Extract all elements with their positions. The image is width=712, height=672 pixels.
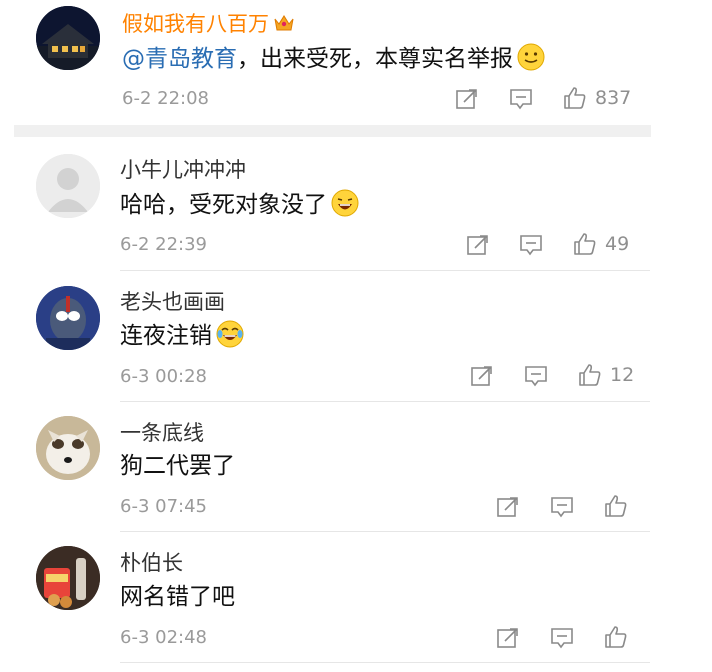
like-button[interactable] bbox=[563, 86, 587, 110]
username[interactable]: 朴伯长 bbox=[120, 551, 183, 575]
like-count: 49 bbox=[605, 233, 630, 255]
share-icon bbox=[497, 497, 518, 517]
reply-button[interactable] bbox=[550, 626, 574, 650]
username[interactable]: 一条底线 bbox=[120, 421, 204, 445]
repost-button[interactable] bbox=[470, 364, 494, 388]
repost-button[interactable] bbox=[496, 495, 520, 519]
timestamp: 6-3 07:45 bbox=[120, 496, 207, 517]
share-icon bbox=[467, 235, 488, 255]
thumbs-up-icon bbox=[605, 626, 627, 648]
laugh-emoji bbox=[331, 189, 359, 225]
mention-link[interactable]: @青岛教育 bbox=[122, 46, 237, 72]
divider bbox=[120, 270, 650, 271]
username[interactable]: 老头也画画 bbox=[120, 290, 225, 314]
comment-icon bbox=[551, 497, 573, 518]
thumbs-up-icon bbox=[564, 87, 586, 109]
like-button[interactable] bbox=[604, 625, 628, 649]
comment-icon bbox=[525, 366, 547, 387]
comment-icon bbox=[520, 235, 542, 256]
share-icon bbox=[497, 628, 518, 648]
thumbs-up-icon bbox=[605, 495, 627, 517]
comment-text: 连夜注销 bbox=[120, 320, 244, 356]
comment-text: 哈哈，受死对象没了 bbox=[120, 189, 359, 225]
avatar[interactable] bbox=[36, 546, 100, 610]
avatar[interactable] bbox=[36, 286, 100, 350]
tears-of-joy-emoji bbox=[216, 320, 244, 356]
comment-icon bbox=[551, 628, 573, 649]
section-divider bbox=[14, 125, 651, 137]
thumbs-up-icon bbox=[574, 233, 596, 255]
reply-button[interactable] bbox=[550, 495, 574, 519]
comment-text: 网名错了吧 bbox=[120, 584, 235, 610]
divider bbox=[120, 662, 650, 663]
repost-button[interactable] bbox=[496, 626, 520, 650]
thumbs-up-icon bbox=[579, 364, 601, 386]
divider bbox=[120, 401, 650, 402]
like-count: 12 bbox=[610, 364, 635, 386]
timestamp: 6-2 22:39 bbox=[120, 234, 207, 255]
like-count: 837 bbox=[595, 87, 632, 109]
divider bbox=[120, 531, 650, 532]
avatar[interactable] bbox=[36, 6, 100, 70]
like-button[interactable] bbox=[604, 494, 628, 518]
timestamp: 6-2 22:08 bbox=[122, 88, 209, 109]
share-icon bbox=[456, 89, 477, 109]
smile-emoji bbox=[517, 43, 545, 79]
repost-button[interactable] bbox=[466, 233, 490, 257]
comment-icon bbox=[510, 89, 532, 110]
avatar[interactable] bbox=[36, 416, 100, 480]
timestamp: 6-3 00:28 bbox=[120, 366, 207, 387]
comment-text: @青岛教育，出来受死，本尊实名举报 bbox=[122, 43, 545, 79]
repost-button[interactable] bbox=[455, 87, 479, 111]
crown-icon bbox=[273, 13, 295, 38]
like-button[interactable] bbox=[578, 363, 602, 387]
comment-text: 狗二代罢了 bbox=[120, 453, 235, 479]
reply-button[interactable] bbox=[519, 233, 543, 257]
username[interactable]: 假如我有八百万 bbox=[122, 12, 295, 38]
reply-button[interactable] bbox=[509, 87, 533, 111]
username[interactable]: 小牛儿冲冲冲 bbox=[120, 158, 246, 182]
avatar[interactable] bbox=[36, 154, 100, 218]
share-icon bbox=[471, 366, 492, 386]
timestamp: 6-3 02:48 bbox=[120, 627, 207, 648]
reply-button[interactable] bbox=[524, 364, 548, 388]
like-button[interactable] bbox=[573, 232, 597, 256]
